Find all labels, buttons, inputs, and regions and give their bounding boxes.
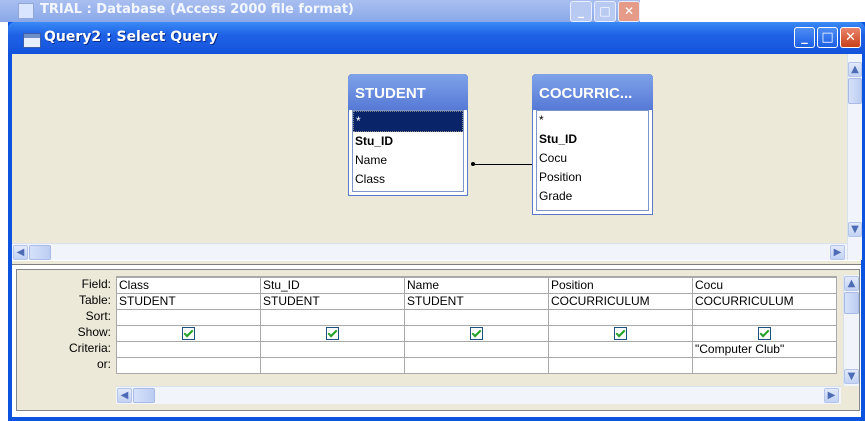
grid-criteria-cell[interactable] bbox=[260, 340, 405, 358]
maximize-icon[interactable]: □ bbox=[594, 1, 616, 22]
grid-table-cell[interactable]: STUDENT bbox=[260, 292, 405, 310]
scroll-left-icon[interactable]: ◀ bbox=[13, 245, 28, 260]
grid-table-cell[interactable]: STUDENT bbox=[404, 292, 549, 310]
table-pane-vscrollbar[interactable]: ▲ ▼ bbox=[847, 54, 862, 260]
cocurriculum-field-grade[interactable]: Grade bbox=[537, 187, 648, 206]
grid-vscroll-thumb[interactable] bbox=[844, 292, 859, 314]
row-label-sort: Sort: bbox=[85, 309, 111, 323]
grid-scroll-left-icon[interactable]: ◀ bbox=[117, 388, 132, 403]
query-window-title: Query2 : Select Query bbox=[44, 29, 218, 45]
student-field-class[interactable]: Class bbox=[353, 170, 463, 189]
grid-hscrollbar[interactable]: ◀ ▶ bbox=[116, 386, 841, 404]
student-table[interactable]: STUDENT * Stu_ID Name Class bbox=[348, 74, 468, 196]
grid-table-cell[interactable]: COCURRICULUM bbox=[692, 292, 837, 310]
grid-show-cell bbox=[548, 324, 693, 342]
minimize-button[interactable]: _ bbox=[794, 27, 815, 48]
student-field-stu-id[interactable]: Stu_ID bbox=[353, 132, 463, 151]
grid-or-cell[interactable] bbox=[260, 356, 405, 374]
grid-criteria-cell[interactable] bbox=[116, 340, 261, 358]
design-grid-frame: Field: Table: Sort: Show: Criteria: or: … bbox=[16, 269, 860, 411]
grid-show-cell bbox=[404, 324, 549, 342]
cocurriculum-field-list[interactable]: * Stu_ID Cocu Position Grade bbox=[536, 110, 649, 211]
row-label-criteria: Criteria: bbox=[68, 341, 111, 355]
database-window-titlebar[interactable]: TRIAL : Database (Access 2000 file forma… bbox=[0, 0, 640, 22]
minimize-icon[interactable]: _ bbox=[570, 1, 592, 22]
show-checkbox[interactable] bbox=[614, 327, 627, 340]
student-field-name[interactable]: Name bbox=[353, 151, 463, 170]
cocurriculum-field-all[interactable]: * bbox=[537, 111, 648, 130]
grid-or-cell[interactable] bbox=[692, 356, 837, 374]
grid-sort-cell[interactable] bbox=[116, 308, 261, 326]
grid-field-cell[interactable]: Class bbox=[116, 276, 261, 294]
close-button[interactable]: ✕ bbox=[840, 27, 861, 48]
show-checkbox[interactable] bbox=[470, 327, 483, 340]
cocurriculum-field-cocu[interactable]: Cocu bbox=[537, 149, 648, 168]
grid-criteria-cell[interactable] bbox=[404, 340, 549, 358]
grid-field-cell[interactable]: Name bbox=[404, 276, 549, 294]
grid-show-cell bbox=[260, 324, 405, 342]
grid-criteria-cell[interactable] bbox=[548, 340, 693, 358]
grid-show-cell bbox=[116, 324, 261, 342]
grid-or-cell[interactable] bbox=[548, 356, 693, 374]
close-icon[interactable]: ✕ bbox=[618, 1, 640, 22]
grid-sort-cell[interactable] bbox=[404, 308, 549, 326]
grid-criteria-cell[interactable]: "Computer Club" bbox=[692, 340, 837, 358]
scroll-up-icon[interactable]: ▲ bbox=[848, 62, 862, 77]
grid-show-cell bbox=[692, 324, 837, 342]
table-pane-hscrollbar[interactable]: ◀ ▶ bbox=[12, 243, 847, 261]
query-design-grid: Class Stu_ID Name Position Cocu STUDENT … bbox=[116, 276, 837, 374]
row-label-show: Show: bbox=[77, 325, 111, 339]
grid-or-cell[interactable] bbox=[116, 356, 261, 374]
grid-table-cell[interactable]: COCURRICULUM bbox=[548, 292, 693, 310]
cocurriculum-field-stu-id[interactable]: Stu_ID bbox=[537, 130, 648, 149]
grid-field-cell[interactable]: Cocu bbox=[692, 276, 837, 294]
query-window-titlebar[interactable]: Query2 : Select Query _ □ ✕ bbox=[8, 22, 865, 54]
table-pane-hscroll-thumb[interactable] bbox=[29, 245, 51, 260]
scroll-right-icon[interactable]: ▶ bbox=[830, 245, 845, 260]
grid-field-cell[interactable]: Stu_ID bbox=[260, 276, 405, 294]
join-end-left bbox=[471, 162, 475, 166]
cocurriculum-table-title[interactable]: COCURRIC... bbox=[532, 74, 653, 110]
database-icon bbox=[18, 3, 34, 19]
grid-scroll-right-icon[interactable]: ▶ bbox=[824, 388, 839, 403]
show-checkbox[interactable] bbox=[758, 327, 771, 340]
student-field-list[interactable]: * Stu_ID Name Class bbox=[352, 110, 464, 192]
row-label-field: Field: bbox=[81, 277, 111, 291]
grid-hscroll-thumb[interactable] bbox=[133, 388, 155, 403]
grid-field-cell[interactable]: Position bbox=[548, 276, 693, 294]
grid-sort-cell[interactable] bbox=[548, 308, 693, 326]
database-window-title: TRIAL : Database (Access 2000 file forma… bbox=[40, 2, 354, 17]
grid-sort-cell[interactable] bbox=[692, 308, 837, 326]
show-checkbox[interactable] bbox=[182, 327, 195, 340]
student-table-title[interactable]: STUDENT bbox=[348, 74, 468, 110]
grid-sort-cell[interactable] bbox=[260, 308, 405, 326]
show-checkbox[interactable] bbox=[326, 327, 339, 340]
grid-or-cell[interactable] bbox=[404, 356, 549, 374]
row-label-table: Table: bbox=[78, 293, 111, 307]
table-pane-vscroll-thumb[interactable] bbox=[848, 78, 862, 104]
cocurriculum-field-position[interactable]: Position bbox=[537, 168, 648, 187]
design-grid-pane: Field: Table: Sort: Show: Criteria: or: … bbox=[12, 265, 861, 417]
grid-vscrollbar[interactable]: ▲ ▼ bbox=[843, 275, 859, 386]
query-window: Query2 : Select Query _ □ ✕ STUDENT * St… bbox=[8, 22, 865, 421]
grid-scroll-up-icon[interactable]: ▲ bbox=[844, 276, 859, 291]
grid-row-labels: Field: Table: Sort: Show: Criteria: or: bbox=[17, 276, 115, 372]
scroll-down-icon[interactable]: ▼ bbox=[848, 222, 862, 237]
table-pane[interactable]: STUDENT * Stu_ID Name Class COCURRIC... … bbox=[12, 54, 847, 261]
row-label-or: or: bbox=[96, 357, 111, 371]
maximize-button[interactable]: □ bbox=[817, 27, 838, 48]
query-designer: STUDENT * Stu_ID Name Class COCURRIC... … bbox=[12, 54, 862, 417]
grid-table-cell[interactable]: STUDENT bbox=[116, 292, 261, 310]
cocurriculum-table[interactable]: COCURRIC... * Stu_ID Cocu Position Grade bbox=[532, 74, 653, 215]
student-field-all[interactable]: * bbox=[353, 111, 463, 132]
grid-scroll-down-icon[interactable]: ▼ bbox=[844, 369, 859, 384]
query-icon bbox=[23, 33, 41, 48]
